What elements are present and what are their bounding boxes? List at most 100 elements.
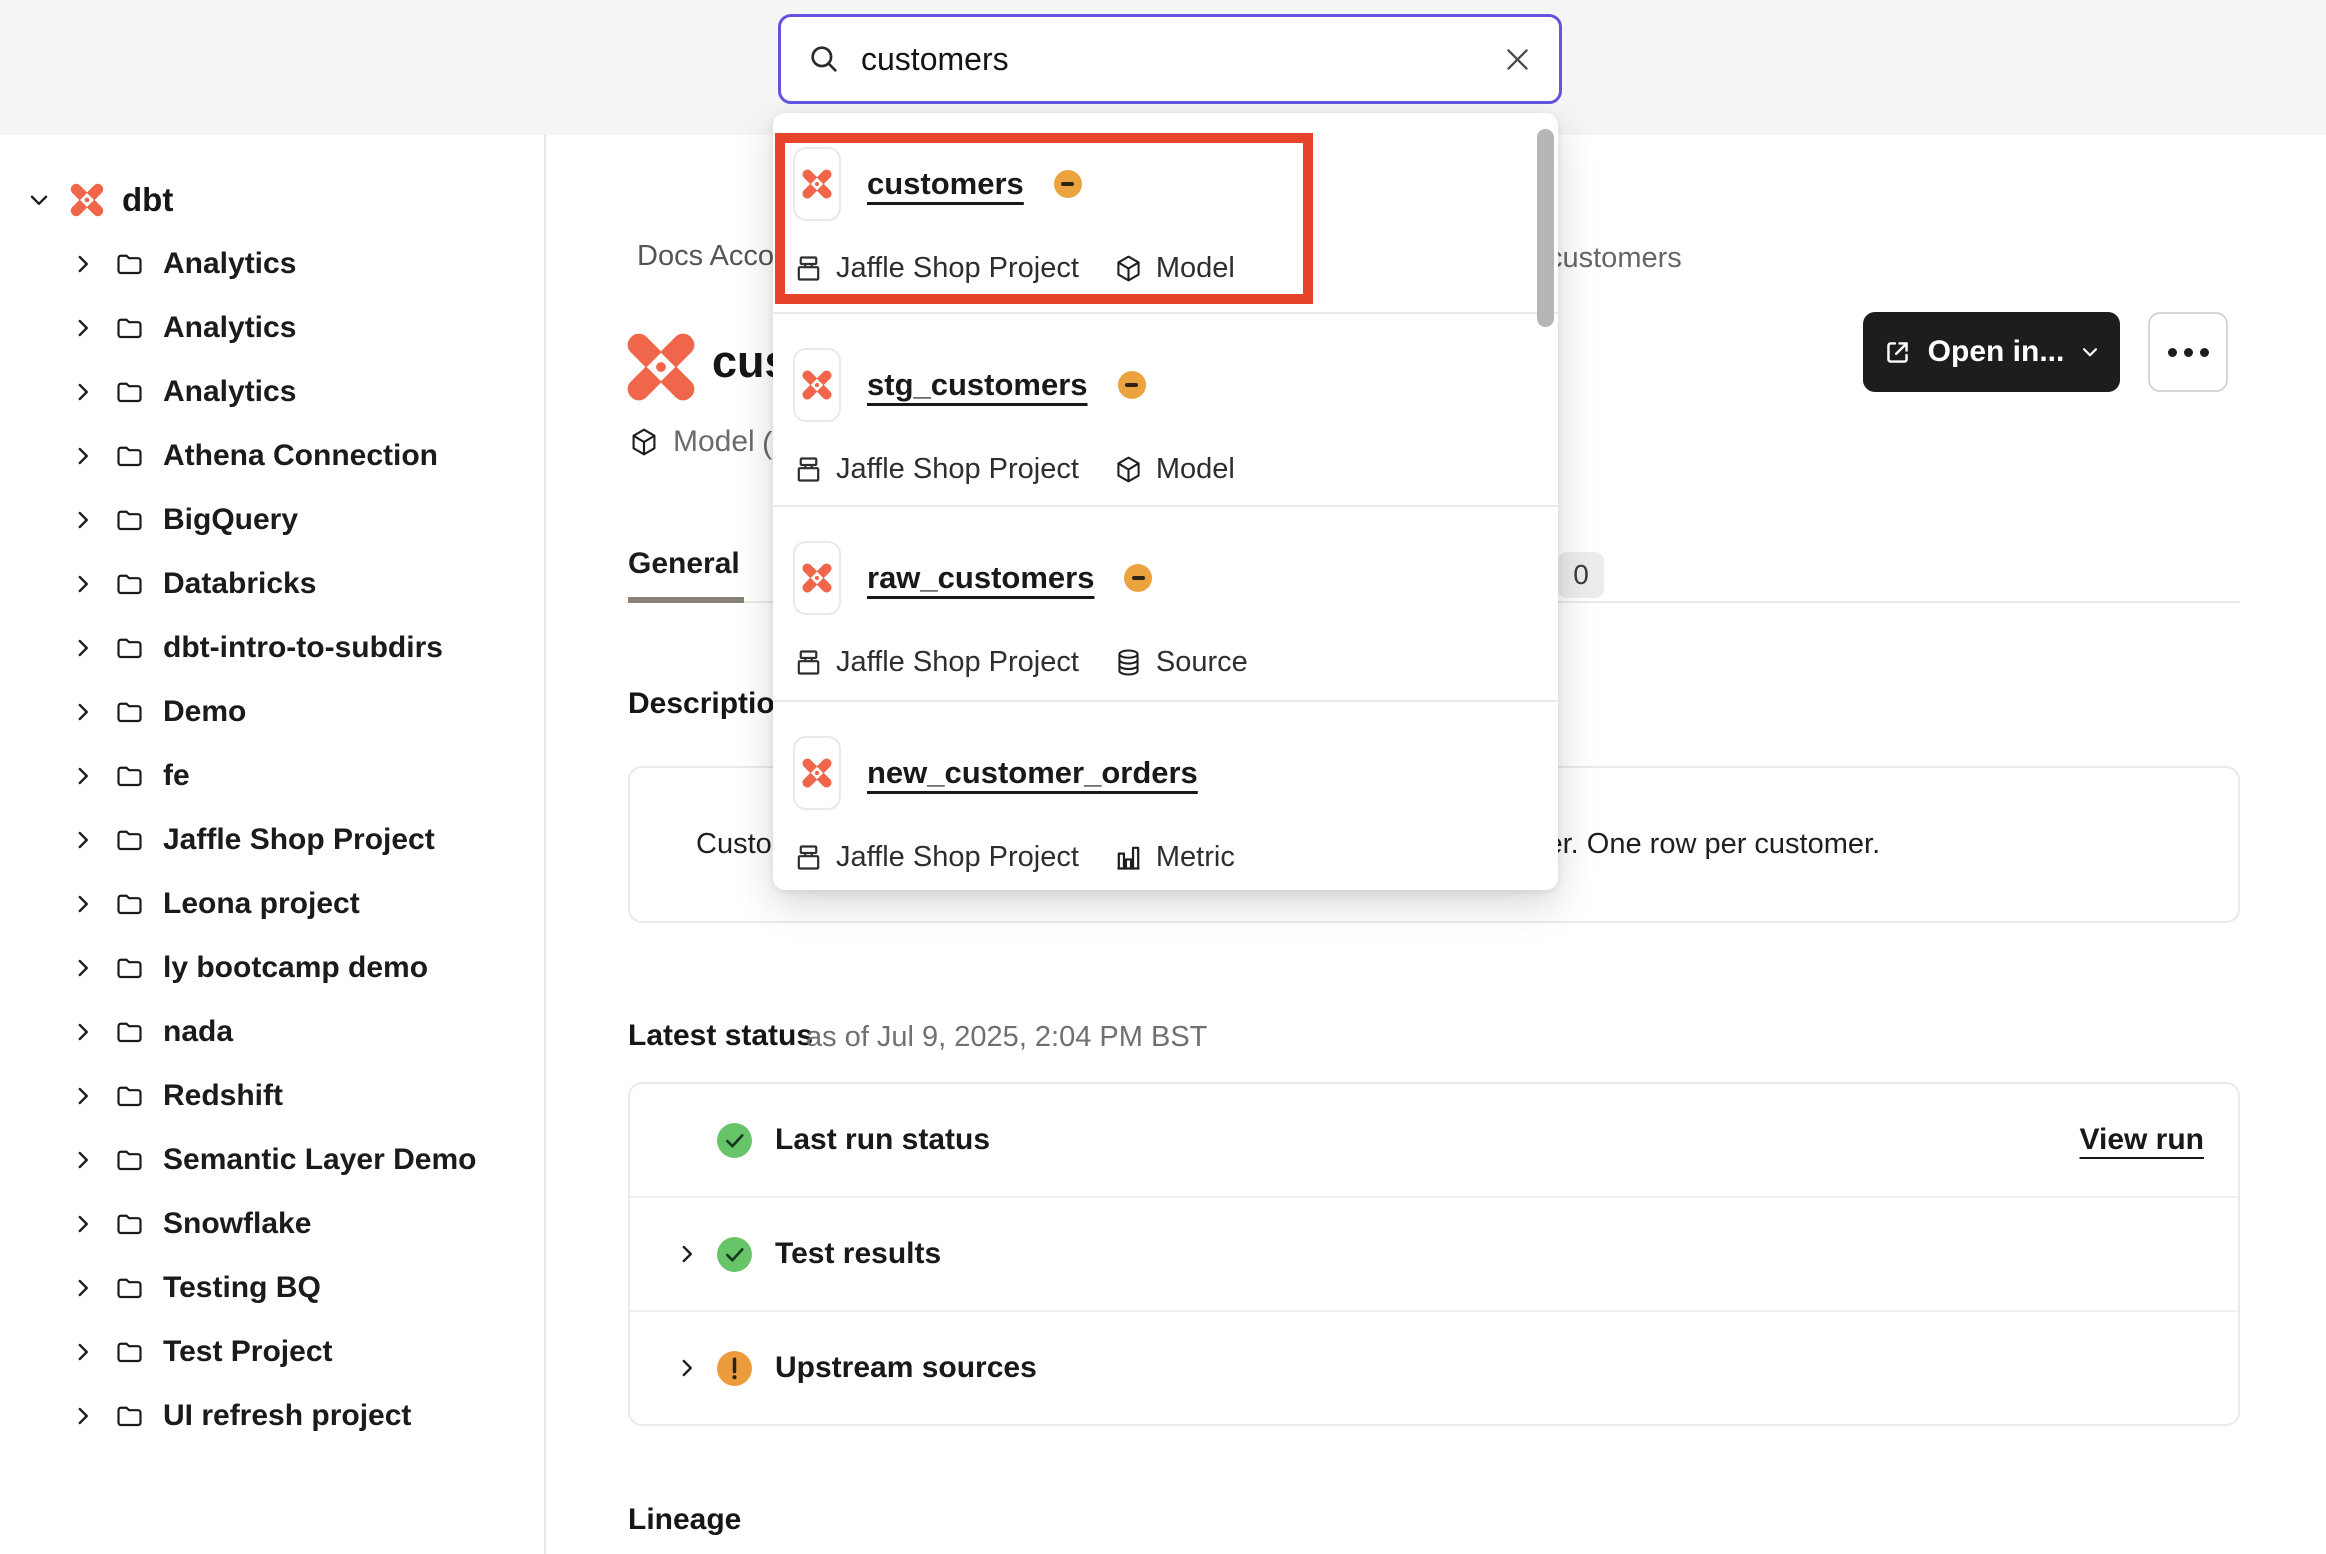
more-options-button[interactable] xyxy=(2148,312,2228,392)
open-in-label: Open in... xyxy=(1928,335,2065,369)
sidebar-item-testing-bq[interactable]: Testing BQ xyxy=(0,1256,544,1320)
sidebar-item-label: ly bootcamp demo xyxy=(163,951,428,985)
sidebar-item-jaffle-shop-project[interactable]: Jaffle Shop Project xyxy=(0,808,544,872)
result-meta: Jaffle Shop Project Model xyxy=(793,252,1528,285)
sidebar-item-redshift[interactable]: Redshift xyxy=(0,1064,544,1128)
sidebar-item-demo[interactable]: Demo xyxy=(0,680,544,744)
sidebar-item-databricks[interactable]: Databricks xyxy=(0,552,544,616)
dbt-resource-icon xyxy=(793,736,841,810)
chevron-right-icon xyxy=(70,699,96,725)
orange-exclamation-circle-icon xyxy=(716,1350,753,1387)
breadcrumb-current: customers xyxy=(1548,242,1682,275)
chevron-down-icon xyxy=(2079,341,2101,363)
search-result-raw-customers[interactable]: raw_customers Jaffle Shop Project Source xyxy=(773,505,1558,700)
dbt-logo-icon xyxy=(800,368,834,402)
sidebar-item-bigquery[interactable]: BigQuery xyxy=(0,488,544,552)
folder-icon xyxy=(114,1401,145,1432)
folder-icon xyxy=(114,505,145,536)
view-run-link[interactable]: View run xyxy=(2080,1123,2204,1157)
chevron-right-icon xyxy=(70,1083,96,1109)
cube-icon xyxy=(1113,454,1144,485)
tab-general[interactable]: General xyxy=(628,547,744,603)
status-row-upstream-sources[interactable]: Upstream sources xyxy=(630,1310,2238,1424)
chevron-right-icon xyxy=(70,1147,96,1173)
open-in-button[interactable]: Open in... xyxy=(1863,312,2120,392)
ellipsis-icon xyxy=(2200,348,2209,357)
status-card: Last run status View run Test results Up… xyxy=(628,1082,2240,1426)
sidebar-item-label: Analytics xyxy=(163,375,296,409)
search-results-dropdown: customers Jaffle Shop Project Model stg_… xyxy=(773,113,1558,890)
chevron-right-icon xyxy=(70,1019,96,1045)
status-row-label: Last run status xyxy=(775,1123,990,1157)
chevron-right-icon xyxy=(70,955,96,981)
folder-icon xyxy=(114,1273,145,1304)
folder-icon xyxy=(114,633,145,664)
result-name-link[interactable]: customers xyxy=(867,166,1024,202)
folder-icon xyxy=(114,377,145,408)
chevron-right-icon xyxy=(70,571,96,597)
archive-box-icon xyxy=(793,842,824,873)
sidebar-item-label: Databricks xyxy=(163,567,316,601)
result-name-link[interactable]: raw_customers xyxy=(867,560,1094,596)
result-name-link[interactable]: new_customer_orders xyxy=(867,755,1198,791)
folder-icon xyxy=(114,761,145,792)
latest-status-heading: Latest status xyxy=(628,1019,813,1053)
status-timestamp: as of Jul 9, 2025, 2:04 PM BST xyxy=(806,1021,1207,1054)
sidebar-item-snowflake[interactable]: Snowflake xyxy=(0,1192,544,1256)
meta-fragment: ( xyxy=(762,425,772,461)
sidebar-item-analytics-2[interactable]: Analytics xyxy=(0,296,544,360)
sidebar-item-label: Analytics xyxy=(163,247,296,281)
dbt-resource-icon xyxy=(793,348,841,422)
sidebar-item-leona-project[interactable]: Leona project xyxy=(0,872,544,936)
sidebar-item-dbt-intro-to-subdirs[interactable]: dbt-intro-to-subdirs xyxy=(0,616,544,680)
dbt-resource-icon xyxy=(793,147,841,221)
sidebar-item-test-project[interactable]: Test Project xyxy=(0,1320,544,1384)
result-project: Jaffle Shop Project xyxy=(836,646,1079,679)
cube-icon xyxy=(628,426,660,458)
chevron-right-icon xyxy=(70,1403,96,1429)
cube-icon xyxy=(1113,253,1144,284)
dbt-logo-icon xyxy=(800,756,834,790)
metric-chart-icon xyxy=(1113,842,1144,873)
sidebar-item-label: Semantic Layer Demo xyxy=(163,1143,476,1177)
ellipsis-icon xyxy=(2184,348,2193,357)
sidebar-item-semantic-layer-demo[interactable]: Semantic Layer Demo xyxy=(0,1128,544,1192)
chevron-right-icon xyxy=(70,1211,96,1237)
folder-icon xyxy=(114,249,145,280)
sidebar-item-nada[interactable]: nada xyxy=(0,1000,544,1064)
sidebar-item-analytics-1[interactable]: Analytics xyxy=(0,232,544,296)
search-input[interactable] xyxy=(861,41,1482,78)
result-name-link[interactable]: stg_customers xyxy=(867,367,1088,403)
chevron-right-icon xyxy=(70,1275,96,1301)
dbt-resource-icon xyxy=(793,541,841,615)
status-row-label: Test results xyxy=(775,1237,941,1271)
global-search-bar xyxy=(778,14,1562,104)
tree-root-dbt[interactable]: dbt xyxy=(0,168,544,232)
archive-box-icon xyxy=(793,647,824,678)
sidebar-item-label: Redshift xyxy=(163,1079,283,1113)
sidebar-item-fe[interactable]: fe xyxy=(0,744,544,808)
project-tree-sidebar: dbt Analytics Analytics Analytics Athena… xyxy=(0,135,546,1554)
search-result-customers[interactable]: customers Jaffle Shop Project Model xyxy=(773,113,1558,312)
sidebar-item-label: dbt-intro-to-subdirs xyxy=(163,631,443,665)
external-link-icon xyxy=(1882,337,1913,368)
dropdown-scrollbar[interactable] xyxy=(1537,129,1554,327)
result-type: Metric xyxy=(1156,841,1235,874)
sidebar-item-athena-connection[interactable]: Athena Connection xyxy=(0,424,544,488)
result-meta: Jaffle Shop Project Source xyxy=(793,646,1528,679)
search-result-stg-customers[interactable]: stg_customers Jaffle Shop Project Model xyxy=(773,312,1558,505)
resource-type-label: Model xyxy=(673,425,755,459)
search-result-new-customer-orders[interactable]: new_customer_orders Jaffle Shop Project … xyxy=(773,700,1558,890)
result-type: Source xyxy=(1156,646,1248,679)
lineage-heading: Lineage xyxy=(628,1503,741,1537)
chevron-right-icon xyxy=(70,315,96,341)
clear-search-icon[interactable] xyxy=(1502,44,1533,75)
green-check-circle-icon xyxy=(716,1236,753,1273)
sidebar-item-ui-refresh-project[interactable]: UI refresh project xyxy=(0,1384,544,1448)
result-meta: Jaffle Shop Project Model xyxy=(793,453,1528,486)
sidebar-item-ly-bootcamp-demo[interactable]: ly bootcamp demo xyxy=(0,936,544,1000)
sidebar-item-analytics-3[interactable]: Analytics xyxy=(0,360,544,424)
chevron-right-icon xyxy=(70,379,96,405)
status-row-test-results[interactable]: Test results xyxy=(630,1196,2238,1310)
folder-icon xyxy=(114,697,145,728)
